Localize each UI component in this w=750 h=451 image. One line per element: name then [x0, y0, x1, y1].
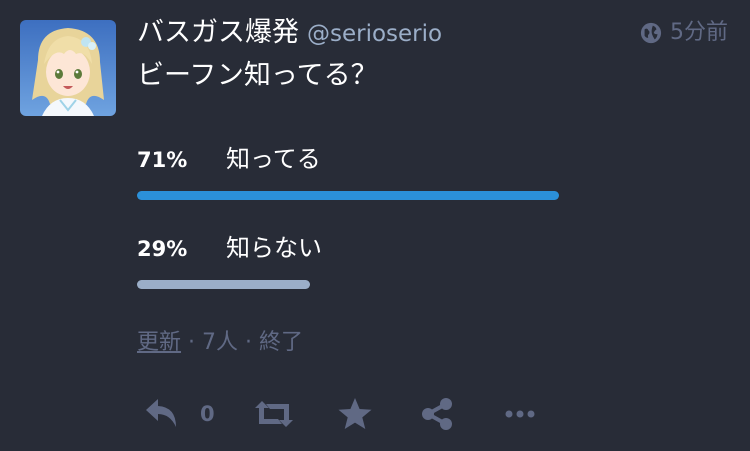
poll-footer: 更新 · 7人 · 終了	[137, 328, 303, 358]
ellipsis-icon	[505, 410, 535, 418]
display-name[interactable]: バスガス爆発	[137, 17, 299, 48]
status-content: ビーフン知ってる？	[137, 60, 378, 91]
account-handle[interactable]: @serioserio	[307, 21, 442, 47]
share-icon	[422, 398, 452, 430]
poll-option-percent: 29%	[137, 237, 188, 261]
poll-option: 29% 知らない	[137, 233, 322, 264]
poll-option-bar	[137, 191, 559, 200]
poll-option-bar	[137, 280, 310, 289]
reply-button[interactable]: 0	[144, 394, 215, 434]
poll-option-percent: 71%	[137, 148, 188, 172]
poll-summary: · 7人 · 終了	[181, 330, 303, 355]
more-button[interactable]	[505, 394, 535, 434]
star-icon	[338, 398, 372, 429]
poll-refresh-link[interactable]: 更新	[137, 330, 181, 355]
reply-icon	[146, 399, 176, 427]
status-meta: 5分前	[640, 19, 728, 47]
status-card: バスガス爆発 @serioserio 5分前 ビーフン知ってる？ 71% 知ってる …	[0, 0, 750, 451]
poll-option-label: 知らない	[226, 234, 322, 262]
boost-button[interactable]	[254, 394, 294, 434]
relative-time[interactable]: 5分前	[670, 19, 728, 47]
avatar-image	[20, 20, 116, 116]
poll-option-label: 知ってる	[226, 145, 321, 173]
account-header[interactable]: バスガス爆発 @serioserio	[137, 16, 442, 51]
globe-icon	[640, 22, 662, 44]
share-button[interactable]	[420, 394, 454, 434]
poll-option: 71% 知ってる	[137, 144, 321, 175]
reply-count: 0	[200, 402, 215, 426]
favourite-button[interactable]	[337, 394, 373, 434]
boost-icon	[255, 401, 293, 427]
avatar[interactable]	[20, 20, 116, 116]
